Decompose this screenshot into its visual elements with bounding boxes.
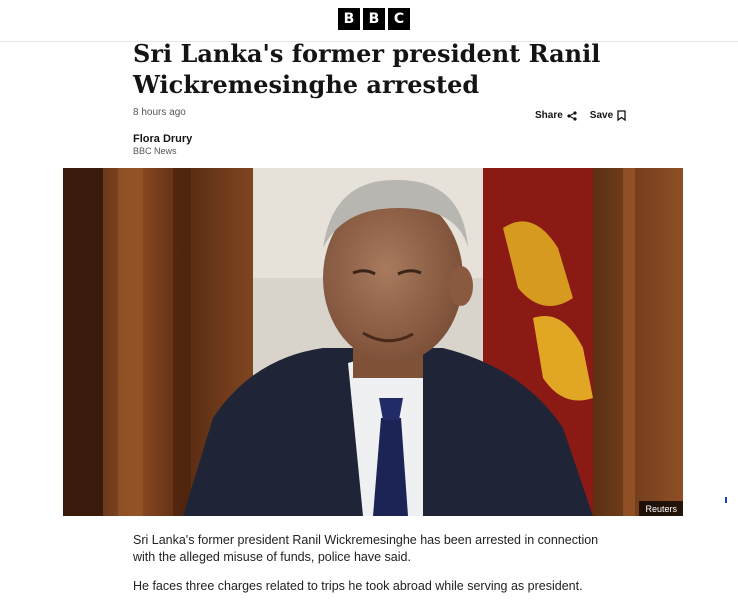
photo-illustration [63,168,683,516]
save-label: Save [589,110,614,121]
bookmark-icon [617,110,626,121]
side-marker [725,497,727,503]
site-header: B B C [0,0,738,42]
share-button[interactable]: Share [535,110,577,121]
byline: Flora Drury BBC News [133,133,192,157]
logo-letter-c: C [388,8,410,30]
save-button[interactable]: Save [590,110,626,121]
photo-credit: Reuters [639,501,683,516]
article-timestamp: 8 hours ago [133,107,186,118]
article-headline: Sri Lanka's former president Ranil Wickr… [133,39,601,99]
article-photo: Reuters [63,168,683,516]
author-name[interactable]: Flora Drury [133,133,192,146]
logo-letter-b1: B [338,8,360,30]
logo-letter-b2: B [363,8,385,30]
article-page: B B C Sri Lanka's former president Ranil… [0,0,738,607]
article-paragraph-2: He faces three charges related to trips … [133,579,583,593]
bbc-logo[interactable]: B B C [338,8,410,30]
share-icon [567,110,577,121]
share-label: Share [535,110,563,121]
article-paragraph-1: Sri Lanka's former president Ranil Wickr… [133,533,599,564]
author-outlet: BBC News [133,146,177,156]
article-actions: Share Save [535,110,626,121]
